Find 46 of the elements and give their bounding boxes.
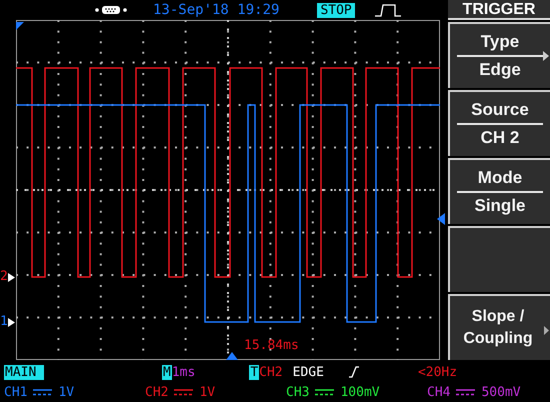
dc-coupling-icon (456, 388, 476, 396)
cursor-reading: 15.84ms (244, 338, 299, 353)
trigger-frequency: <20Hz (418, 364, 458, 380)
menu-option[interactable]: Type Edge (448, 22, 550, 88)
channel-scale: 1V (199, 384, 216, 400)
timebase-mode: MAIN (4, 364, 44, 380)
menu-option[interactable]: Mode Single (448, 158, 550, 224)
pointer-icon (8, 318, 15, 326)
trigger-level-icon (437, 213, 445, 225)
timebase-value: 1ms (172, 364, 196, 380)
channel-scale: 500mV (481, 384, 521, 400)
trigger-type: EDGE (292, 364, 324, 380)
dc-coupling-icon (174, 388, 194, 396)
channel-scale: 1V (58, 384, 74, 400)
date-time: 13-Sep'18 19:29 (153, 2, 280, 18)
pulse-icon (374, 3, 401, 17)
channel-name: CH2 (145, 384, 168, 400)
menu-title: TRIGGER (448, 0, 550, 20)
timebase-badge: M (162, 364, 172, 380)
cursor-marker-icon (226, 352, 238, 360)
option-label: Type (480, 31, 520, 53)
channel-name: CH3 (286, 384, 310, 400)
trigger-source: CH2 (259, 364, 283, 380)
menu-option[interactable]: Slope / Coupling (448, 294, 550, 360)
run-state: STOP (317, 2, 355, 18)
option-value: Edge (479, 59, 521, 81)
dc-coupling-icon (33, 388, 52, 396)
serial-port-icon (95, 5, 127, 15)
option-label: Source (471, 99, 529, 121)
channel-marker: 1 (0, 315, 8, 329)
option-value: Single (474, 195, 526, 217)
rising-edge-icon (348, 366, 360, 378)
caret-icon (544, 326, 549, 335)
trigger-position-icon (16, 22, 24, 30)
arrow-icon (543, 51, 549, 61)
option-label: Mode (478, 167, 522, 189)
channel-name: CH4 (427, 384, 450, 400)
channel-name: CH1 (4, 384, 28, 400)
pointer-icon (8, 272, 15, 282)
channel-marker: 2 (0, 270, 8, 284)
trigger-badge: T (249, 364, 260, 380)
dc-coupling-icon (315, 388, 334, 396)
menu-option[interactable]: Source CH 2 (448, 90, 550, 156)
channel-scale: 100mV (340, 384, 380, 400)
option-value: CH 2 (480, 127, 520, 149)
option-label: Slope / Coupling (462, 307, 534, 349)
